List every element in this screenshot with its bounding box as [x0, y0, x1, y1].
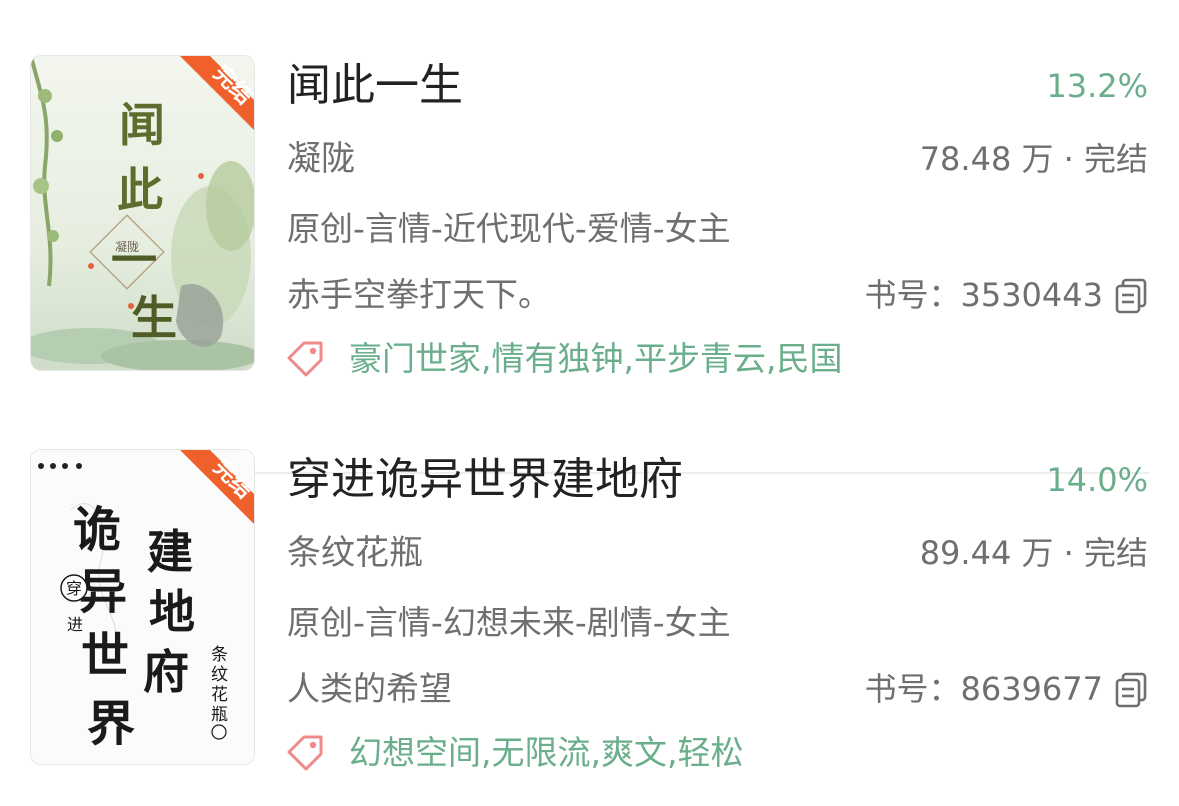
book-author[interactable]: 凝陇 — [287, 136, 355, 182]
book-stats: 89.44 万 · 完结 — [919, 534, 1148, 572]
book-id: 书号：8639677 — [864, 670, 1103, 708]
cover-title-1: 闻 — [119, 98, 165, 152]
svg-text:花: 花 — [211, 685, 228, 705]
book-title[interactable]: 穿进诡异世界建地府 — [287, 452, 683, 508]
svg-text:条: 条 — [211, 645, 228, 665]
book-category: 原创-言情-近代现代-爱情-女主 — [287, 209, 731, 248]
book-author[interactable]: 条纹花瓶 — [287, 530, 423, 576]
book-cover[interactable]: 诡 异 世 界 建 地 府 穿 进 条 纹 花 瓶 完结 — [31, 450, 254, 764]
tag-icon — [287, 735, 323, 771]
svg-text:纹: 纹 — [211, 665, 228, 685]
cover-image: 凝陇 闻 此 一 生 完结 — [31, 56, 254, 370]
cover-title-5: 建 — [147, 525, 193, 579]
cover-subtitle-2: 进 — [67, 615, 83, 634]
book-id: 书号：3530443 — [864, 276, 1103, 314]
cover-author-vertical: 条 纹 花 瓶 — [211, 645, 228, 725]
cover-title-4: 生 — [131, 291, 177, 345]
book-list: 凝陇 闻 此 一 生 完结 闻此一生 13.2% 凝陇 78.48 万 · 完结… — [0, 0, 1179, 806]
cover-title-3: 一 — [111, 233, 157, 287]
cover-title-6: 地 — [149, 585, 195, 639]
book-tags[interactable]: 幻想空间,无限流,爽文,轻松 — [349, 730, 743, 776]
book-intro: 人类的希望 — [287, 669, 452, 708]
cover-title-3: 世 — [81, 628, 129, 684]
cover-title-2: 此 — [117, 163, 163, 217]
book-tags[interactable]: 豪门世家,情有独钟,平步青云,民国 — [349, 336, 842, 382]
read-percent: 13.2% — [1046, 67, 1148, 105]
tag-icon — [287, 341, 323, 377]
read-percent: 14.0% — [1046, 461, 1148, 499]
book-cover[interactable]: 凝陇 闻 此 一 生 完结 — [31, 56, 254, 370]
book-stats: 78.48 万 · 完结 — [919, 140, 1148, 178]
svg-text:瓶: 瓶 — [211, 705, 228, 725]
cover-image: 诡 异 世 界 建 地 府 穿 进 条 纹 花 瓶 完结 — [31, 450, 254, 764]
cover-title-4: 界 — [87, 696, 135, 752]
book-intro: 赤手空拳打天下。 — [287, 275, 551, 314]
book-category: 原创-言情-幻想未来-剧情-女主 — [287, 603, 731, 642]
copy-icon[interactable] — [1114, 278, 1148, 314]
cover-subtitle-1: 穿 — [66, 579, 82, 598]
copy-icon[interactable] — [1114, 672, 1148, 708]
cover-title-7: 府 — [143, 645, 189, 699]
book-title[interactable]: 闻此一生 — [287, 58, 463, 114]
cover-title-1: 诡 — [73, 502, 121, 558]
